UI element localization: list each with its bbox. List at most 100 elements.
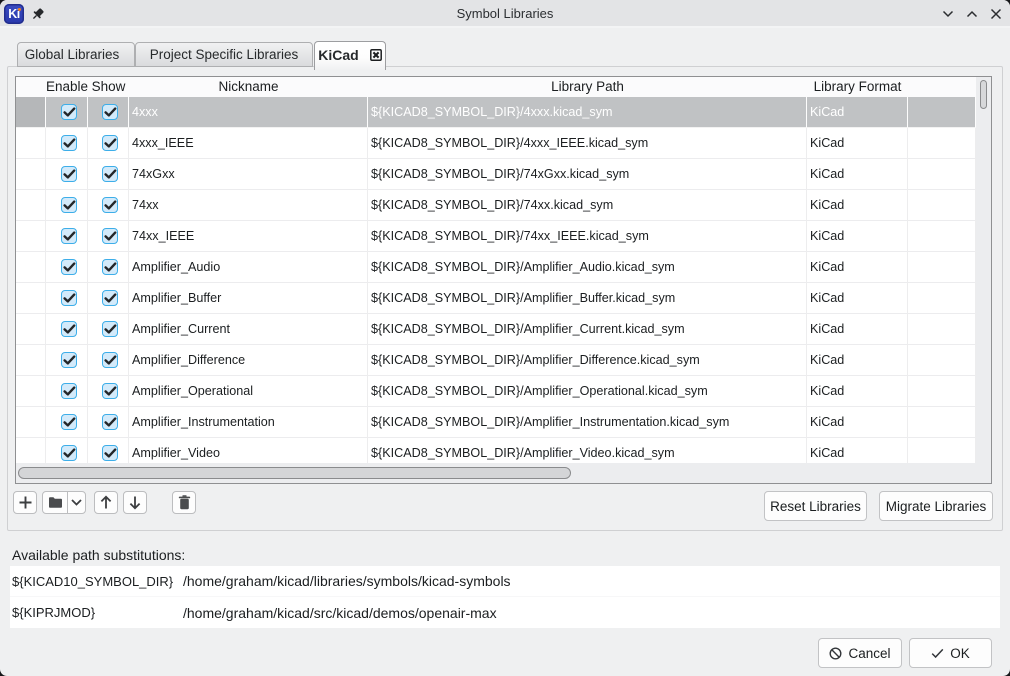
column-header-enable[interactable]: Enable (46, 77, 88, 97)
library-row[interactable]: 74xx ${KICAD8_SYMBOL_DIR}/74xx.kicad_sym… (16, 190, 976, 221)
column-header-show[interactable]: Show (88, 77, 129, 97)
library-row[interactable]: 4xxx ${KICAD8_SYMBOL_DIR}/4xxx.kicad_sym… (16, 97, 976, 128)
library-path-cell[interactable]: ${KICAD8_SYMBOL_DIR}/74xx_IEEE.kicad_sym (368, 221, 807, 252)
browse-library-button[interactable] (42, 491, 68, 514)
library-path-cell[interactable]: ${KICAD8_SYMBOL_DIR}/Amplifier_Audio.kic… (368, 252, 807, 283)
add-library-button[interactable] (13, 491, 37, 514)
close-tab-icon[interactable] (370, 49, 382, 61)
tab-project-specific-libraries[interactable]: Project Specific Libraries (135, 42, 313, 67)
reset-libraries-button[interactable]: Reset Libraries (764, 491, 867, 521)
tab-global-libraries[interactable]: Global Libraries (17, 42, 135, 67)
enable-checkbox[interactable] (61, 352, 77, 368)
show-checkbox[interactable] (102, 445, 118, 461)
row-label-cell[interactable] (16, 190, 46, 221)
library-row[interactable]: Amplifier_Audio ${KICAD8_SYMBOL_DIR}/Amp… (16, 252, 976, 283)
nickname-cell[interactable]: Amplifier_Difference (129, 345, 368, 376)
nickname-cell[interactable]: 4xxx_IEEE (129, 128, 368, 159)
library-format-cell[interactable]: KiCad (807, 438, 908, 463)
show-checkbox[interactable] (102, 414, 118, 430)
row-label-cell[interactable] (16, 283, 46, 314)
horizontal-scrollbar-thumb[interactable] (18, 467, 571, 479)
library-format-cell[interactable]: KiCad (807, 190, 908, 221)
library-path-cell[interactable]: ${KICAD8_SYMBOL_DIR}/74xGxx.kicad_sym (368, 159, 807, 190)
delete-library-button[interactable] (172, 491, 196, 514)
library-row[interactable]: Amplifier_Instrumentation ${KICAD8_SYMBO… (16, 407, 976, 438)
move-down-button[interactable] (123, 491, 147, 514)
library-format-cell[interactable]: KiCad (807, 97, 908, 128)
row-label-cell[interactable] (16, 128, 46, 159)
cancel-button[interactable]: Cancel (818, 638, 902, 668)
library-path-cell[interactable]: ${KICAD8_SYMBOL_DIR}/4xxx_IEEE.kicad_sym (368, 128, 807, 159)
library-row[interactable]: Amplifier_Buffer ${KICAD8_SYMBOL_DIR}/Am… (16, 283, 976, 314)
enable-checkbox[interactable] (61, 414, 77, 430)
horizontal-scrollbar[interactable] (16, 463, 976, 483)
enable-checkbox[interactable] (61, 104, 77, 120)
nickname-cell[interactable]: Amplifier_Video (129, 438, 368, 463)
library-format-cell[interactable]: KiCad (807, 221, 908, 252)
row-label-cell[interactable] (16, 345, 46, 376)
library-format-cell[interactable]: KiCad (807, 252, 908, 283)
library-format-cell[interactable]: KiCad (807, 314, 908, 345)
nickname-cell[interactable]: 74xGxx (129, 159, 368, 190)
nickname-cell[interactable]: Amplifier_Instrumentation (129, 407, 368, 438)
library-row[interactable]: 74xx_IEEE ${KICAD8_SYMBOL_DIR}/74xx_IEEE… (16, 221, 976, 252)
row-label-cell[interactable] (16, 438, 46, 463)
library-row[interactable]: Amplifier_Current ${KICAD8_SYMBOL_DIR}/A… (16, 314, 976, 345)
library-path-cell[interactable]: ${KICAD8_SYMBOL_DIR}/Amplifier_Current.k… (368, 314, 807, 345)
nickname-cell[interactable]: 74xx_IEEE (129, 221, 368, 252)
row-label-cell[interactable] (16, 221, 46, 252)
library-format-cell[interactable]: KiCad (807, 407, 908, 438)
migrate-libraries-button[interactable]: Migrate Libraries (879, 491, 993, 521)
library-row[interactable]: 74xGxx ${KICAD8_SYMBOL_DIR}/74xGxx.kicad… (16, 159, 976, 190)
enable-checkbox[interactable] (61, 445, 77, 461)
row-label-cell[interactable] (16, 159, 46, 190)
enable-checkbox[interactable] (61, 135, 77, 151)
library-row[interactable]: Amplifier_Operational ${KICAD8_SYMBOL_DI… (16, 376, 976, 407)
enable-checkbox[interactable] (61, 290, 77, 306)
enable-checkbox[interactable] (61, 321, 77, 337)
column-header-nickname[interactable]: Nickname (129, 77, 368, 97)
enable-checkbox[interactable] (61, 259, 77, 275)
show-checkbox[interactable] (102, 290, 118, 306)
show-checkbox[interactable] (102, 321, 118, 337)
nickname-cell[interactable]: Amplifier_Current (129, 314, 368, 345)
row-label-cell[interactable] (16, 407, 46, 438)
library-path-cell[interactable]: ${KICAD8_SYMBOL_DIR}/Amplifier_Differenc… (368, 345, 807, 376)
library-path-cell[interactable]: ${KICAD8_SYMBOL_DIR}/Amplifier_Video.kic… (368, 438, 807, 463)
nickname-cell[interactable]: 74xx (129, 190, 368, 221)
nickname-cell[interactable]: Amplifier_Buffer (129, 283, 368, 314)
library-format-cell[interactable]: KiCad (807, 345, 908, 376)
column-header-library-path[interactable]: Library Path (368, 77, 807, 97)
library-format-cell[interactable]: KiCad (807, 283, 908, 314)
move-up-button[interactable] (94, 491, 118, 514)
shade-window-icon[interactable] (942, 8, 954, 20)
nickname-cell[interactable]: Amplifier_Operational (129, 376, 368, 407)
enable-checkbox[interactable] (61, 166, 77, 182)
show-checkbox[interactable] (102, 259, 118, 275)
browse-library-dropdown-button[interactable] (67, 491, 86, 514)
enable-checkbox[interactable] (61, 228, 77, 244)
library-format-cell[interactable]: KiCad (807, 159, 908, 190)
nickname-cell[interactable]: 4xxx (129, 97, 368, 128)
library-path-cell[interactable]: ${KICAD8_SYMBOL_DIR}/Amplifier_Buffer.ki… (368, 283, 807, 314)
library-path-cell[interactable]: ${KICAD8_SYMBOL_DIR}/4xxx.kicad_sym (368, 97, 807, 128)
vertical-scrollbar[interactable] (976, 77, 991, 483)
show-checkbox[interactable] (102, 104, 118, 120)
enable-checkbox[interactable] (61, 383, 77, 399)
column-header-library-format[interactable]: Library Format (807, 77, 908, 97)
library-row[interactable]: 4xxx_IEEE ${KICAD8_SYMBOL_DIR}/4xxx_IEEE… (16, 128, 976, 159)
show-checkbox[interactable] (102, 228, 118, 244)
library-path-cell[interactable]: ${KICAD8_SYMBOL_DIR}/Amplifier_Operation… (368, 376, 807, 407)
row-label-cell[interactable] (16, 252, 46, 283)
library-row[interactable]: Amplifier_Video ${KICAD8_SYMBOL_DIR}/Amp… (16, 438, 976, 463)
show-checkbox[interactable] (102, 197, 118, 213)
vertical-scrollbar-thumb[interactable] (980, 80, 987, 109)
library-format-cell[interactable]: KiCad (807, 128, 908, 159)
library-path-cell[interactable]: ${KICAD8_SYMBOL_DIR}/74xx.kicad_sym (368, 190, 807, 221)
row-label-cell[interactable] (16, 97, 46, 128)
nickname-cell[interactable]: Amplifier_Audio (129, 252, 368, 283)
ok-button[interactable]: OK (909, 638, 992, 668)
show-checkbox[interactable] (102, 135, 118, 151)
row-label-cell[interactable] (16, 314, 46, 345)
tab-kicad[interactable]: KiCad (314, 41, 386, 70)
